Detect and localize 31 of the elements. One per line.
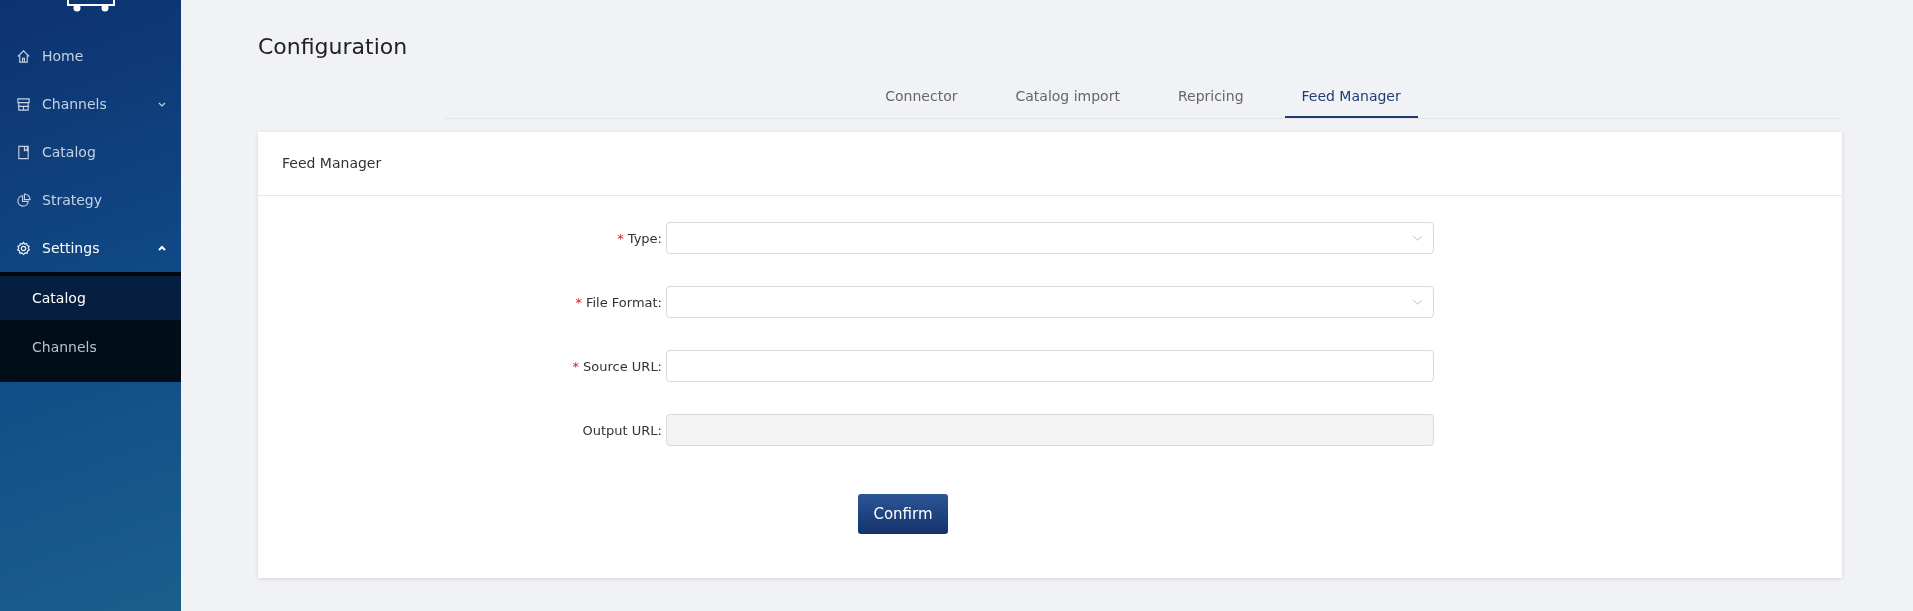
submenu-item[interactable]: Catalog: [0, 276, 181, 320]
select-field[interactable]: [666, 222, 1434, 254]
chevron-down-icon: [1412, 234, 1423, 242]
sidebar-item[interactable]: Home: [0, 32, 181, 80]
sidebar-item[interactable]: Catalog: [0, 128, 181, 176]
sidebar-item[interactable]: Strategy: [0, 176, 181, 224]
pie-icon: [16, 192, 31, 208]
card-title: Feed Manager: [281, 154, 383, 173]
sidebar-item[interactable]: Settings: [0, 224, 181, 272]
tab[interactable]: Feed Manager: [1284, 73, 1418, 118]
required-mark: *: [575, 294, 582, 310]
sidebar-item[interactable]: Channels: [0, 80, 181, 128]
chevron-down-icon: [1412, 298, 1423, 306]
page-title: Configuration: [258, 34, 409, 59]
tab[interactable]: Connector: [868, 73, 975, 118]
required-mark: *: [617, 230, 624, 246]
home-icon: [16, 48, 31, 64]
confirm-button[interactable]: Confirm: [858, 494, 948, 534]
required-mark: *: [572, 358, 580, 374]
submenu-item[interactable]: Channels: [0, 320, 181, 382]
select-field[interactable]: [666, 286, 1434, 318]
gear-icon: [16, 240, 31, 256]
field-label: File Format:: [585, 294, 662, 310]
book-icon: [16, 144, 31, 160]
tab[interactable]: Repricing: [1160, 73, 1261, 118]
field-label: Output URL:: [582, 422, 662, 438]
store-icon: [16, 96, 31, 112]
input-field[interactable]: [666, 350, 1434, 382]
field-label: Source URL:: [583, 358, 662, 374]
field-label: Type:: [627, 230, 662, 246]
tab[interactable]: Catalog import: [998, 73, 1137, 118]
